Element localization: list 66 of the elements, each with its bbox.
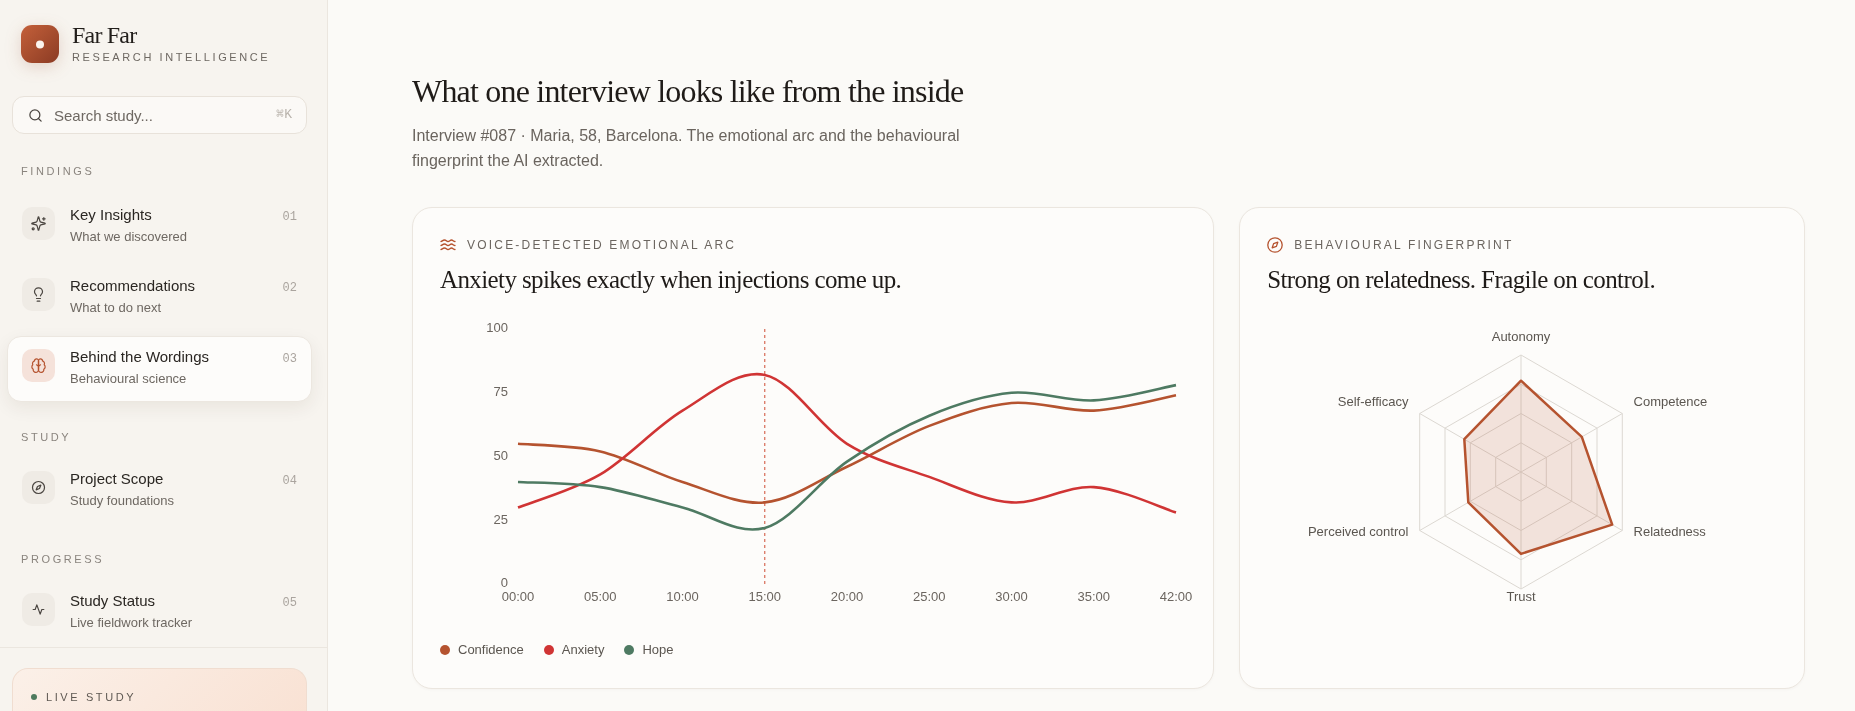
logo-icon — [21, 24, 59, 63]
x-axis-label: 10:00 — [666, 589, 699, 605]
shortcut-hint: ⌘K — [276, 107, 292, 123]
nav-item-title: Project Scope — [70, 470, 164, 488]
x-axis-label: 05:00 — [584, 589, 617, 605]
nav-item-subtitle: What to do next — [70, 299, 162, 317]
nav-item-number: 05 — [282, 595, 297, 611]
axis-label: Perceived control — [1308, 524, 1409, 540]
brand-name: Far Far — [72, 23, 137, 47]
card-eyebrow: BEHAVIOURAL FINGERPRINT — [1294, 237, 1514, 253]
nav-item-title: Behind the Wordings — [70, 348, 209, 366]
y-axis-label: 50 — [493, 447, 508, 463]
lightbulb-icon — [22, 278, 55, 311]
axis-label: Relatedness — [1633, 524, 1707, 540]
nav-item[interactable]: Recommendations What to do next 02 — [7, 265, 312, 331]
nav-item[interactable]: Key Insights What we discovered 01 — [7, 194, 312, 260]
card-title: Anxiety spikes exactly when injections come up. — [440, 265, 902, 295]
axis-label: Competence — [1633, 394, 1708, 410]
y-axis-label: 75 — [493, 384, 508, 400]
nav-item[interactable]: Project Scope Study foundations 04 — [7, 458, 312, 524]
section-label: STUDY — [21, 430, 73, 445]
nav-item-title: Key Insights — [70, 206, 152, 224]
pulse-icon — [22, 593, 55, 626]
y-axis-label: 100 — [486, 320, 508, 336]
x-axis-label: 00:00 — [501, 589, 535, 605]
nav-item-subtitle: Behavioural science — [70, 370, 187, 388]
nav-item-title: Recommendations — [70, 277, 196, 295]
compass-icon — [1267, 237, 1284, 253]
x-axis-label: 15:00 — [748, 589, 781, 605]
live-study-label: LIVE STUDY — [46, 690, 137, 704]
nav-item-title: Study Status — [70, 592, 156, 610]
nav-item[interactable]: Behind the Wordings Behavioural science 03 — [7, 336, 312, 402]
x-axis-label: 25:00 — [913, 589, 946, 605]
x-axis-label: 30:00 — [995, 589, 1028, 605]
page-title: What one interview looks like from the inside — [412, 72, 964, 110]
nav-item-number: 03 — [282, 351, 297, 367]
axis-label: Trust — [1506, 589, 1536, 605]
nav-item[interactable]: Study Status Live fieldwork tracker 05 — [7, 580, 312, 646]
compass-icon — [22, 471, 55, 504]
x-axis-label: 20:00 — [830, 589, 864, 605]
y-axis-label: 0 — [500, 575, 508, 591]
legend-label: Anxiety — [561, 641, 605, 659]
card-title: Strong on relatedness. Fragile on control. — [1267, 265, 1656, 295]
legend-label: Confidence — [458, 641, 524, 659]
axis-label: Autonomy — [1491, 329, 1551, 345]
axis-label: Self-efficacy — [1338, 394, 1409, 410]
brain-icon — [22, 349, 55, 382]
sparkle-icon — [22, 207, 55, 240]
search-icon — [28, 107, 43, 123]
nav-item-number: 04 — [282, 473, 297, 489]
waves-icon — [440, 238, 456, 252]
section-label: PROGRESS — [21, 552, 106, 567]
nav-item-number: 01 — [282, 209, 297, 225]
section-label: FINDINGS — [21, 164, 96, 179]
nav-item-subtitle: Live fieldwork tracker — [70, 614, 193, 632]
y-axis-label: 25 — [493, 511, 508, 527]
x-axis-label: 42:00 — [1159, 589, 1193, 605]
page-subtitle: Interview #087 · Maria, 58, Barcelona. The emotional arc and the behavioural fingerprint the AI extracted. — [412, 126, 961, 171]
card-eyebrow: VOICE-DETECTED EMOTIONAL ARC — [467, 237, 737, 253]
status-dot-icon — [31, 694, 37, 700]
x-axis-label: 35:00 — [1077, 589, 1110, 605]
nav-item-subtitle: What we discovered — [70, 228, 188, 246]
brand-tagline: RESEARCH INTELLIGENCE — [72, 50, 271, 64]
legend-label: Hope — [642, 641, 674, 659]
nav-item-subtitle: Study foundations — [70, 492, 175, 510]
nav-item-number: 02 — [282, 280, 297, 296]
